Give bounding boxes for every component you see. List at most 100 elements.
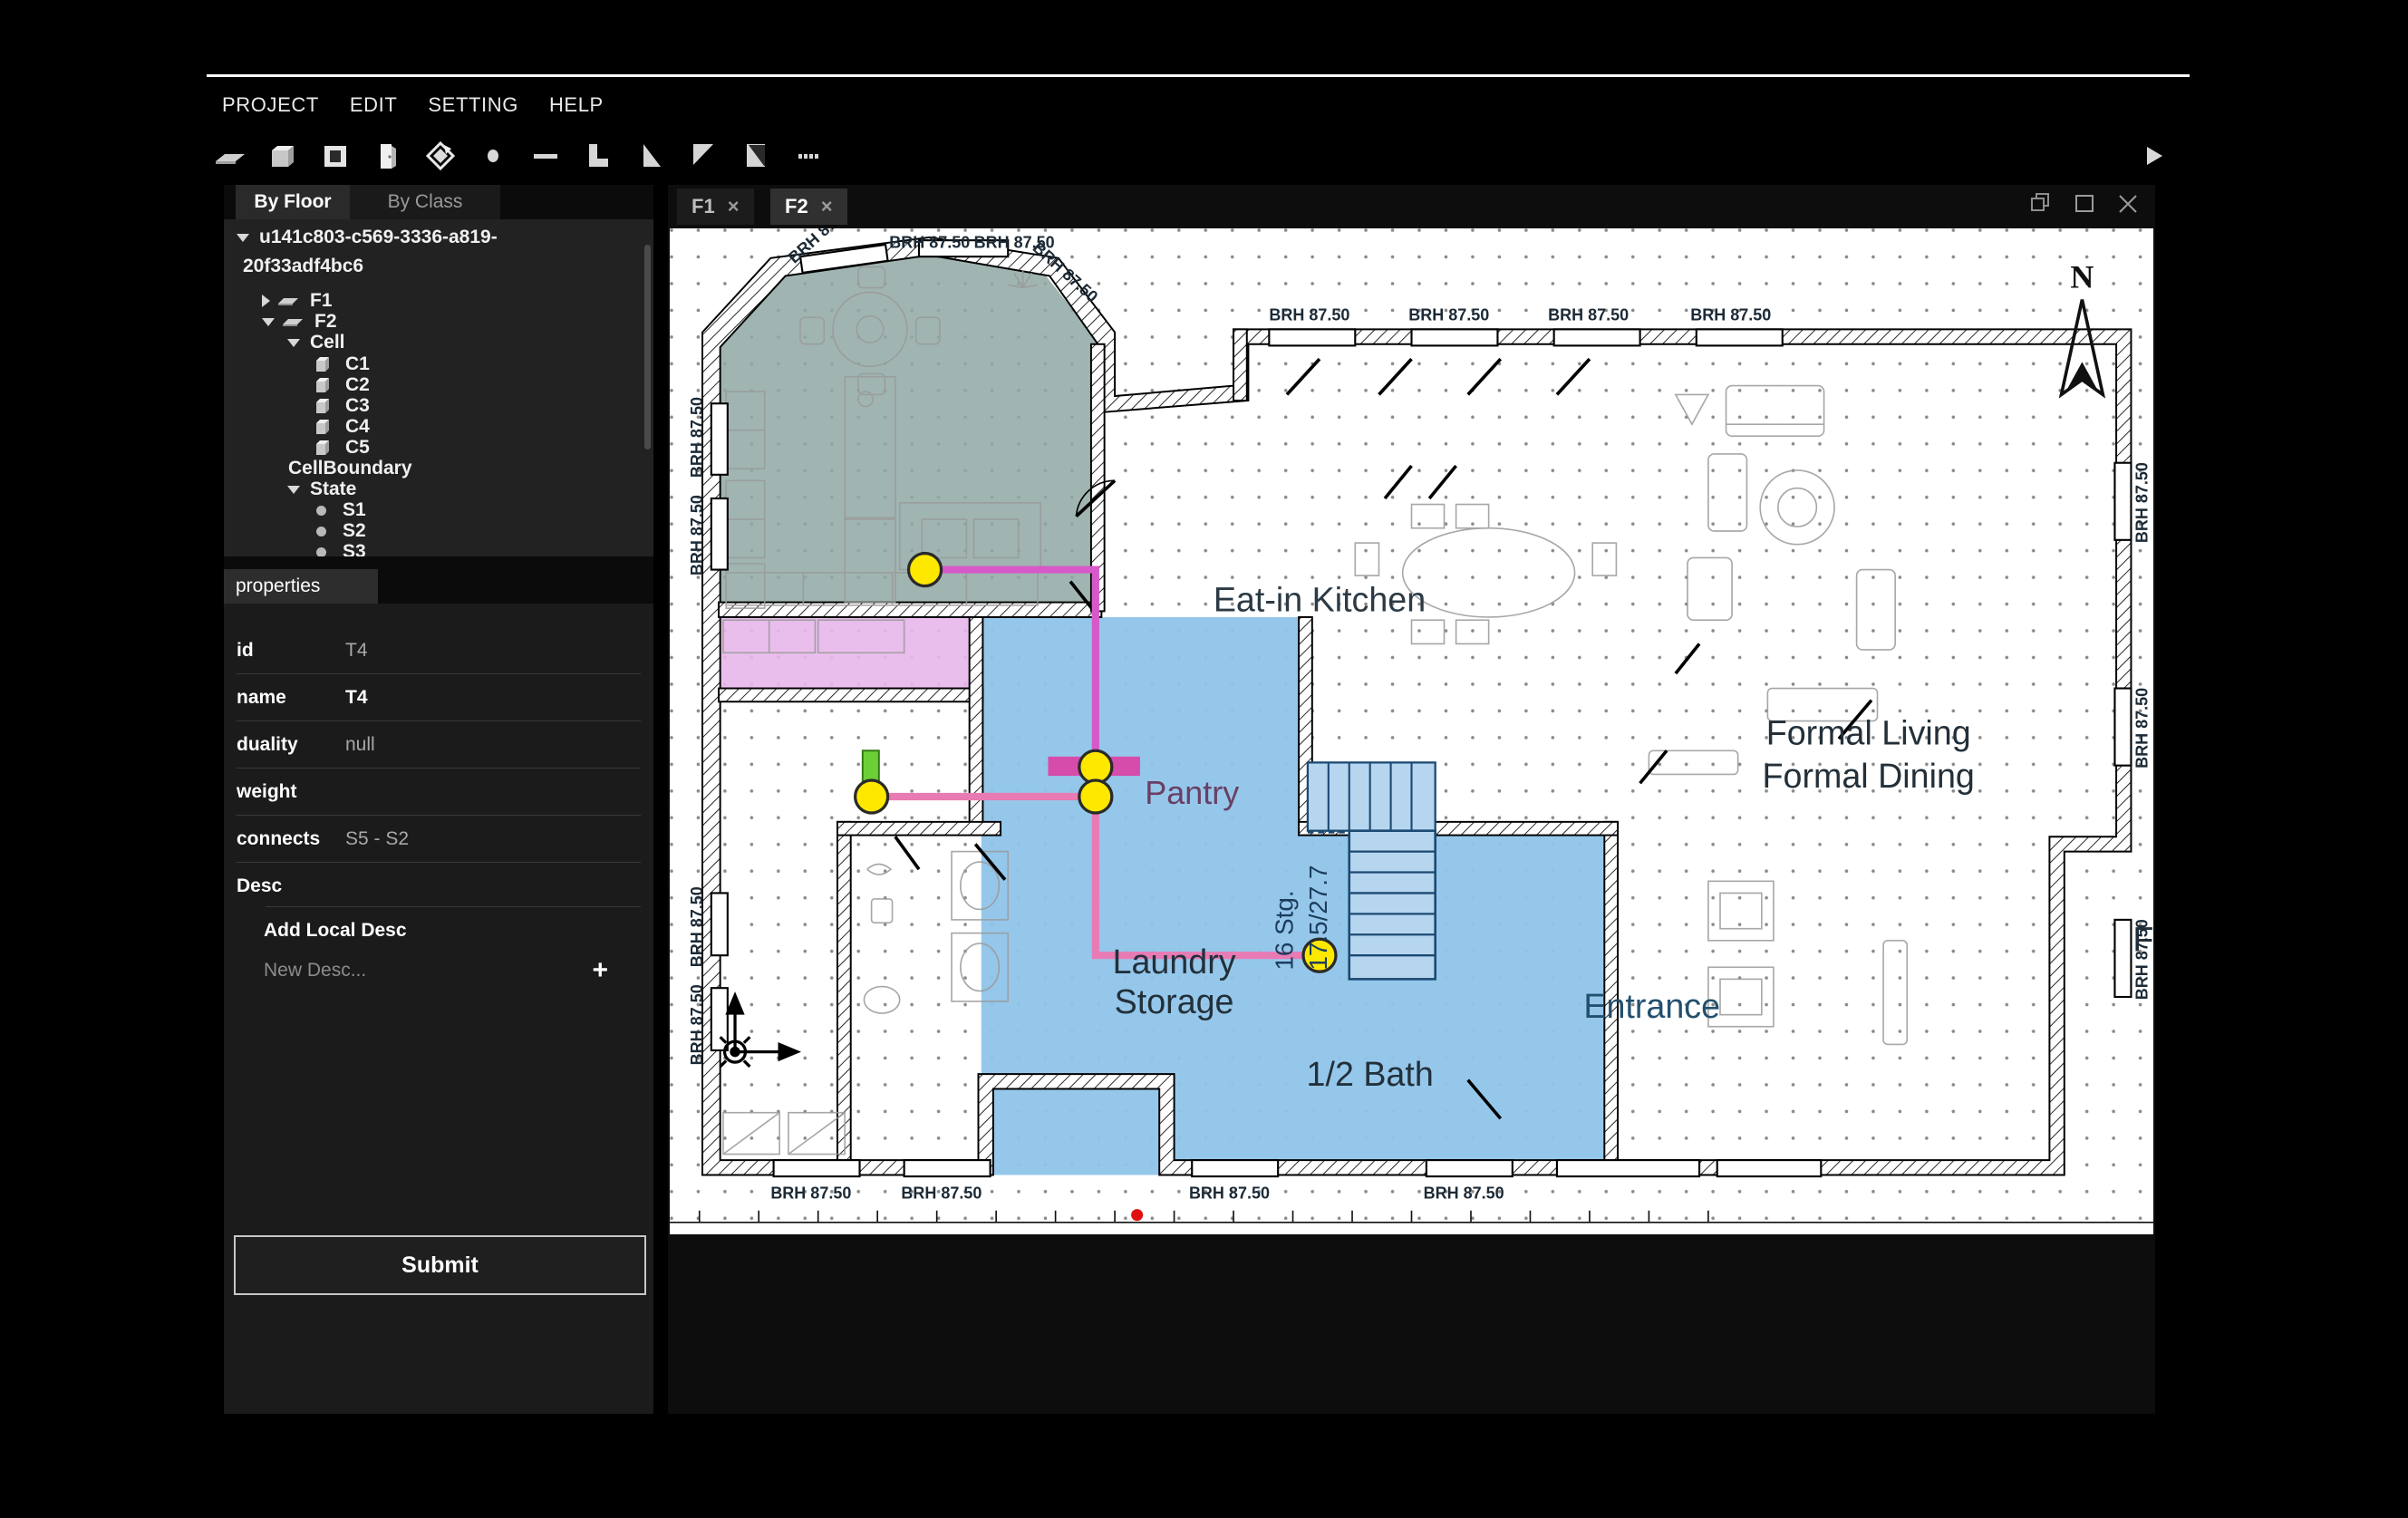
- line-icon: [534, 154, 557, 159]
- brh-label: BRH 87.50: [1408, 306, 1489, 324]
- property-row-desc: Desc: [237, 863, 641, 910]
- left-panel: By Floor By Class u141c803-c569-3336-a81…: [224, 185, 653, 1414]
- lshape-tool-button[interactable]: [575, 132, 622, 179]
- floorplan-canvas[interactable]: N Eat-in Kitchen Pantry Formal Living Fo…: [670, 228, 2153, 1234]
- menu-item-edit[interactable]: EDIT: [334, 90, 413, 121]
- close-icon[interactable]: [2117, 192, 2141, 216]
- play-button[interactable]: [2130, 132, 2177, 179]
- slab-icon: [216, 154, 245, 164]
- property-key: name: [237, 686, 286, 708]
- brh-label: BRH 87.50: [688, 886, 706, 967]
- chevron-down-icon: [237, 233, 249, 242]
- region-eat-in-kitchen[interactable]: [719, 253, 1100, 603]
- maximize-icon[interactable]: [2074, 192, 2097, 216]
- tree-node-root[interactable]: u141c803-c569-3336-a819-: [237, 227, 498, 248]
- tree-node-s2[interactable]: S2: [316, 520, 366, 542]
- menu-item-project[interactable]: PROJECT: [207, 90, 334, 121]
- room-label-formal-dining: Formal Dining: [1763, 757, 1975, 795]
- point-tool-button[interactable]: [469, 132, 517, 179]
- property-value[interactable]: null: [345, 734, 375, 756]
- tree-node-s1[interactable]: S1: [316, 499, 366, 521]
- brh-label: BRH 87.50: [1690, 306, 1771, 324]
- box-icon: [272, 146, 294, 167]
- tool-bar: [207, 129, 2190, 183]
- tree-node-label: C3: [345, 395, 370, 416]
- room-label-laundry: Laundry: [1113, 943, 1236, 981]
- property-row-id: id T4: [237, 627, 641, 674]
- property-value[interactable]: T4: [345, 687, 368, 709]
- tree-node-cell[interactable]: Cell: [287, 332, 345, 353]
- viewport-tab-f1[interactable]: F1 ×: [677, 189, 754, 225]
- transform-tool-button[interactable]: [417, 132, 464, 179]
- door-icon: [381, 144, 396, 169]
- restore-icon[interactable]: [2030, 192, 2054, 216]
- tree-node-f2[interactable]: F2: [262, 311, 337, 333]
- new-desc-input[interactable]: New Desc...: [264, 960, 366, 981]
- tree-node-label: 20f33adf4bc6: [243, 256, 364, 276]
- brh-label: BRH 87.50: [1189, 1184, 1270, 1203]
- property-key: Desc: [237, 875, 283, 896]
- room-label-entrance: Entrance: [1583, 987, 1720, 1025]
- chevron-right-icon: [262, 295, 270, 307]
- slab-tool-button[interactable]: [207, 132, 254, 179]
- tree-node-label: C2: [345, 374, 370, 395]
- property-value[interactable]: S5 - S2: [345, 828, 409, 850]
- wedge-icon: [693, 144, 713, 165]
- window-icon: [324, 146, 346, 167]
- cube-icon: [316, 419, 329, 434]
- property-value[interactable]: T4: [345, 640, 368, 662]
- menu-item-help[interactable]: HELP: [534, 90, 619, 121]
- tree-node-label: S2: [343, 520, 366, 541]
- box-tool-button[interactable]: [259, 132, 306, 179]
- brh-label: BRH 87.50: [1269, 306, 1349, 324]
- submit-button[interactable]: Submit: [234, 1235, 646, 1295]
- tree-node-root-line2[interactable]: 20f33adf4bc6: [239, 256, 363, 277]
- line-tool-button[interactable]: [522, 132, 569, 179]
- plus-icon[interactable]: +: [592, 957, 608, 984]
- room-label-eat-in-kitchen: Eat-in Kitchen: [1214, 580, 1426, 618]
- wedge-tool-button[interactable]: [680, 132, 727, 179]
- tree-node-state[interactable]: State: [287, 479, 356, 500]
- tree-node-c4[interactable]: C4: [314, 416, 370, 438]
- triangle-icon: [643, 144, 661, 167]
- tree-node-label: F2: [314, 311, 337, 332]
- compass-label: N: [2070, 259, 2094, 295]
- add-local-desc-row[interactable]: Add Local Desc: [237, 910, 641, 952]
- triangle-tool-button[interactable]: [627, 132, 674, 179]
- property-row-connects: connects S5 - S2: [237, 816, 641, 863]
- state-dot-icon: [316, 505, 326, 516]
- menu-item-setting[interactable]: SETTING: [412, 90, 534, 121]
- tree-node-cellboundary[interactable]: CellBoundary: [285, 458, 412, 479]
- cube-icon: [316, 377, 329, 392]
- tree-node-c1[interactable]: C1: [314, 353, 370, 375]
- tree-node-c3[interactable]: C3: [314, 395, 370, 417]
- brh-label: BRH 87.50: [2132, 919, 2151, 1000]
- tree-node-c5[interactable]: C5: [314, 437, 370, 459]
- window-tool-button[interactable]: [312, 132, 359, 179]
- split-icon: [747, 144, 765, 167]
- door-tool-button[interactable]: [364, 132, 411, 179]
- property-key: weight: [237, 780, 297, 802]
- tree-node-label: C5: [345, 437, 370, 458]
- room-label-storage: Storage: [1115, 982, 1234, 1020]
- tree-node-f1[interactable]: F1: [262, 290, 333, 312]
- split-tool-button[interactable]: [732, 132, 779, 179]
- viewport-tab-f2[interactable]: F2 ×: [770, 189, 847, 225]
- brh-label: BRH 87.50: [1424, 1184, 1504, 1203]
- property-key: connects: [237, 827, 321, 849]
- add-local-desc-label: Add Local Desc: [264, 920, 407, 941]
- property-row-name: name T4: [237, 674, 641, 721]
- tree-node-c2[interactable]: C2: [314, 374, 370, 396]
- brh-label: BRH 87.50: [889, 233, 970, 251]
- tab-by-class[interactable]: By Class: [350, 185, 500, 219]
- dots-tool-button[interactable]: [785, 132, 832, 179]
- chevron-down-icon: [287, 338, 300, 347]
- close-icon[interactable]: ×: [821, 195, 833, 218]
- brh-label: BRH 87.50: [2132, 462, 2151, 543]
- tree-node-s3[interactable]: S3: [316, 541, 366, 556]
- tab-by-floor[interactable]: By Floor: [236, 185, 350, 219]
- properties-header: properties: [224, 569, 378, 604]
- tree-scrollbar[interactable]: [644, 245, 651, 450]
- close-icon[interactable]: ×: [728, 195, 740, 218]
- app-root: PROJECT EDIT SETTING HELP By Floor By Cl…: [0, 0, 2408, 1518]
